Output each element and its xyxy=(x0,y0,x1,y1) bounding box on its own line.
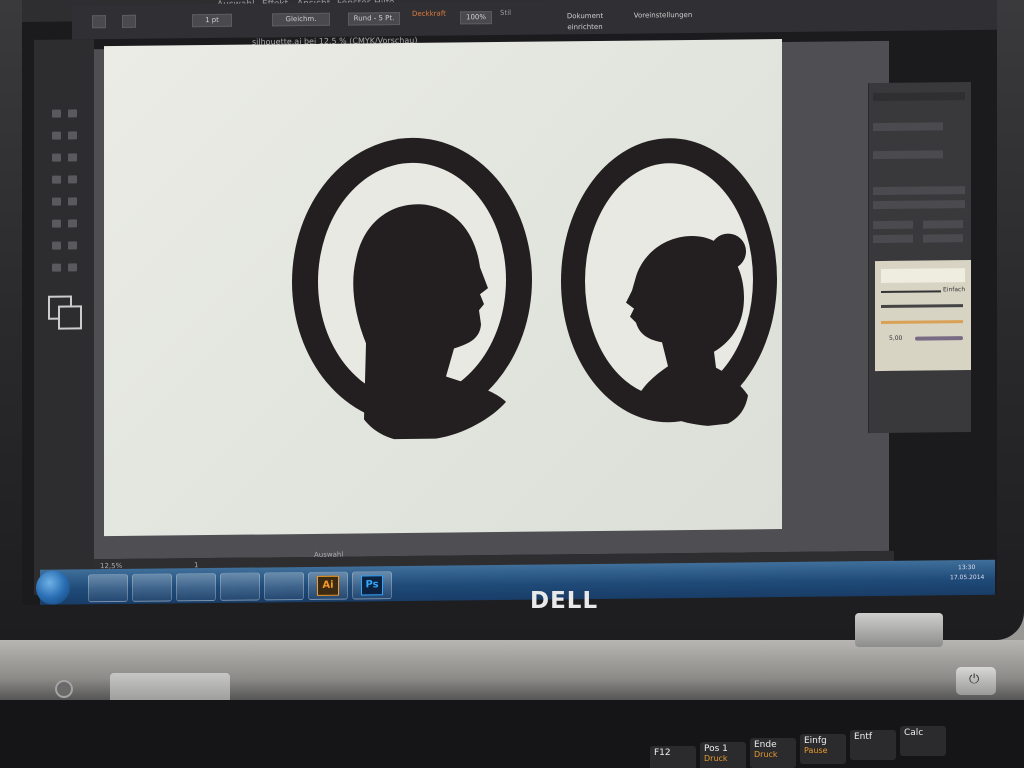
brush-tool-icon[interactable] xyxy=(52,197,61,206)
pencil-tool-icon[interactable] xyxy=(68,197,77,206)
key-einfg[interactable]: Einfg Pause xyxy=(800,734,846,764)
photoshop-icon: Ps xyxy=(361,575,383,596)
document-setup-button[interactable]: Dokument einrichten xyxy=(552,9,618,31)
silhouette-artwork xyxy=(292,137,777,440)
preferences-button[interactable]: Voreinstellungen xyxy=(632,8,694,23)
line-tool-icon[interactable] xyxy=(52,175,61,184)
lasso-tool-icon[interactable] xyxy=(68,131,77,140)
key-calc-label: Calc xyxy=(904,728,924,738)
stroke-style-dropdown[interactable]: Gleichm. xyxy=(272,12,330,27)
stroke-color-icon[interactable] xyxy=(58,305,82,330)
key-einfg-sub: Pause xyxy=(804,746,828,755)
panel-tab-row[interactable] xyxy=(873,92,965,102)
artboard[interactable] xyxy=(104,39,782,537)
brush-dropdown[interactable]: Rund - 5 Pt. xyxy=(348,12,400,26)
firefox-icon[interactable] xyxy=(220,572,260,601)
tools-panel xyxy=(34,39,94,595)
leading-field[interactable] xyxy=(923,220,963,229)
font-style-field[interactable] xyxy=(873,200,965,210)
kerning-field[interactable] xyxy=(873,234,913,244)
direct-selection-tool-icon[interactable] xyxy=(68,109,77,118)
pen-tool-icon[interactable] xyxy=(52,153,61,162)
control-bar: 1 pt Gleichm. Rund - 5 Pt. Deckkraft 100… xyxy=(72,0,997,40)
tracking-field[interactable] xyxy=(923,234,963,243)
female-silhouette-frame xyxy=(561,138,777,426)
stroke-weight-field[interactable]: 1 pt xyxy=(192,13,232,28)
screw-icon xyxy=(55,680,73,698)
media-player-icon[interactable] xyxy=(176,572,216,602)
key-ende-label: Ende xyxy=(754,740,777,750)
illustrator-taskbar-button[interactable]: Ai xyxy=(308,571,348,601)
type-tool-icon[interactable] xyxy=(68,153,77,162)
magic-wand-tool-icon[interactable] xyxy=(52,131,61,140)
start-button-icon[interactable] xyxy=(36,570,70,605)
ie-icon[interactable] xyxy=(88,573,128,603)
brush-basic-label: Einfach xyxy=(943,286,966,294)
style-label: Stil xyxy=(500,8,512,17)
dell-logo: DELL xyxy=(530,588,599,614)
warp-tool-icon[interactable] xyxy=(52,241,61,250)
illustrator-icon: Ai xyxy=(317,575,339,596)
opacity-field[interactable]: 100% xyxy=(460,11,492,25)
free-transform-tool-icon[interactable] xyxy=(68,241,77,250)
zoom-tool-icon[interactable] xyxy=(68,263,77,272)
clock-time[interactable]: 13:30 xyxy=(958,564,975,571)
brush-basic-stroke[interactable] xyxy=(881,290,941,294)
explorer-icon[interactable] xyxy=(132,573,172,602)
key-f12[interactable]: F12 xyxy=(650,746,696,768)
current-tool-label: Auswahl xyxy=(314,550,344,559)
photo-scene: Auswahl Effekt Ansicht Fenster Hilfe 1 p… xyxy=(0,0,1024,768)
laptop-screen: Auswahl Effekt Ansicht Fenster Hilfe 1 p… xyxy=(22,0,997,606)
rectangle-tool-icon[interactable] xyxy=(68,175,77,184)
pathfinder-row[interactable] xyxy=(873,122,943,132)
hand-tool-icon[interactable] xyxy=(52,263,61,272)
properties-panel: Einfach 5,00 xyxy=(868,82,971,434)
font-family-field[interactable] xyxy=(873,186,965,196)
key-ende-sub: Druck xyxy=(754,750,778,759)
key-einfg-label: Einfg xyxy=(804,736,827,746)
selection-tool-icon[interactable] xyxy=(52,109,61,118)
power-button-icon[interactable] xyxy=(956,667,996,695)
pathfinder-row-2[interactable] xyxy=(873,150,943,160)
key-pos1-sub: Druck xyxy=(704,754,728,763)
font-size-field[interactable] xyxy=(873,220,913,230)
cmd-icon[interactable] xyxy=(264,572,304,601)
brush-charcoal-stroke[interactable] xyxy=(915,336,963,341)
clock-date[interactable]: 17.05.2014 xyxy=(950,574,984,581)
key-pos1[interactable]: Pos 1 Druck xyxy=(700,742,746,768)
key-pos1-label: Pos 1 xyxy=(704,744,728,754)
opacity-label[interactable]: Deckkraft xyxy=(412,10,446,18)
brushes-panel: Einfach 5,00 xyxy=(875,260,971,372)
key-calc[interactable]: Calc xyxy=(900,726,946,756)
rotate-tool-icon[interactable] xyxy=(52,219,61,228)
key-f12-label: F12 xyxy=(654,748,671,758)
male-silhouette-frame xyxy=(292,137,532,440)
female-head-silhouette xyxy=(626,235,748,426)
keyboard: F12 Pos 1 Druck Ende Druck Einfg Pause Entf… xyxy=(0,700,1024,768)
brush-preset-row[interactable] xyxy=(881,268,965,284)
brush-arrow-stroke[interactable] xyxy=(881,320,963,325)
brush-size-value: 5,00 xyxy=(889,334,903,342)
photoshop-taskbar-button[interactable]: Ps xyxy=(352,571,392,600)
scale-tool-icon[interactable] xyxy=(68,219,77,228)
brush-rough-stroke[interactable] xyxy=(881,304,963,309)
fill-swatch[interactable] xyxy=(92,15,106,29)
key-entf[interactable]: Entf xyxy=(850,730,896,760)
right-hinge xyxy=(855,613,943,647)
key-ende[interactable]: Ende Druck xyxy=(750,738,796,768)
stroke-swatch-control[interactable] xyxy=(122,14,136,28)
key-entf-label: Entf xyxy=(854,732,873,742)
